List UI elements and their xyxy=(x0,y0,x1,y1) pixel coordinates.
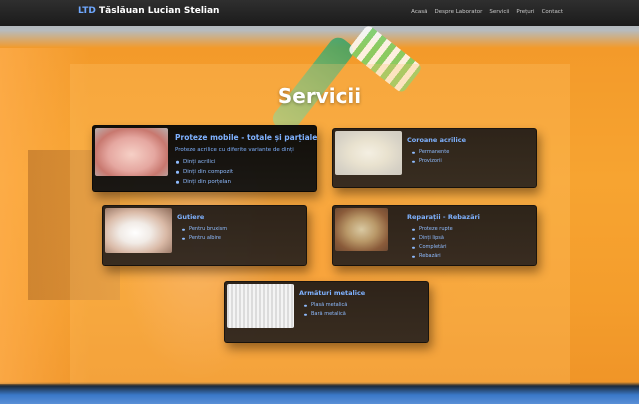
nav-link-despre-laborator[interactable]: Despre Laborator xyxy=(434,9,482,15)
card-title: Coroane acrilice xyxy=(407,136,466,144)
card-title: Armături metalice xyxy=(299,289,366,297)
dentures-image xyxy=(95,128,168,176)
main-nav: Acasă Despre Laborator Servicii Prețuri … xyxy=(411,9,563,15)
card-list: Pentru bruxism Pentru albire xyxy=(189,225,227,243)
card-title: Reparații - Rebazări xyxy=(407,213,480,221)
service-card-coroane-acrilice[interactable]: Coroane acrilice Permanente Provizorii xyxy=(332,128,537,188)
repair-image xyxy=(335,208,388,251)
list-item: Bară metalică xyxy=(311,311,346,317)
card-list: Dinți acrilici Dinți din compozit Dinți … xyxy=(183,157,233,187)
service-card-proteze-mobile[interactable]: Proteze mobile - totale și parțiale Prot… xyxy=(92,125,317,192)
page-title: Servicii xyxy=(277,84,362,108)
top-navbar: LTD Tăslăuan Lucian Stelian Acasă Despre… xyxy=(0,0,639,26)
list-item: Provizorii xyxy=(419,157,449,166)
service-card-armaturi-metalice[interactable]: Armături metalice Plasă metalică Bară me… xyxy=(224,281,429,343)
nav-link-contact[interactable]: Contact xyxy=(542,9,563,15)
brand-name: Tăslăuan Lucian Stelian xyxy=(99,6,220,16)
list-item: Dinți din porțelan xyxy=(183,177,233,187)
nav-link-preturi[interactable]: Prețuri xyxy=(516,9,534,15)
card-list: Permanente Provizorii xyxy=(419,148,449,166)
list-item: Dinți din compozit xyxy=(183,169,234,175)
card-title: Proteze mobile - totale și parțiale xyxy=(175,133,318,142)
list-item: Plasă metalică xyxy=(311,302,348,308)
list-item: Dinți acrilici xyxy=(183,157,233,167)
list-item: Rebazări xyxy=(419,252,453,261)
brand-logo[interactable]: LTD Tăslăuan Lucian Stelian xyxy=(78,6,219,16)
list-item: Completări xyxy=(419,243,453,252)
nav-link-acasa[interactable]: Acasă xyxy=(411,9,427,15)
card-title: Gutiere xyxy=(177,213,205,221)
metal-framework-image xyxy=(227,284,294,328)
list-item: Pentru albire xyxy=(189,234,227,243)
service-card-reparatii[interactable]: Reparații - Rebazări Proteze rupte Dinți… xyxy=(332,205,537,266)
card-list: Proteze rupte Dinți lipsă Completări Reb… xyxy=(419,225,453,261)
card-list: Plasă metalică Bară metalică xyxy=(311,301,347,319)
list-item: Permanente xyxy=(419,149,450,155)
list-item: Pentru bruxism xyxy=(189,226,228,232)
service-card-gutiere[interactable]: Gutiere Pentru bruxism Pentru albire xyxy=(102,205,307,266)
crowns-image xyxy=(335,131,402,175)
list-item: Proteze rupte xyxy=(419,226,453,232)
list-item: Dinți lipsă xyxy=(419,234,453,243)
nav-link-servicii[interactable]: Servicii xyxy=(489,9,509,15)
card-description: Proteze acrilice cu diferite variante de… xyxy=(175,147,294,153)
mouthguard-image xyxy=(105,208,172,253)
brand-prefix: LTD xyxy=(78,6,96,16)
